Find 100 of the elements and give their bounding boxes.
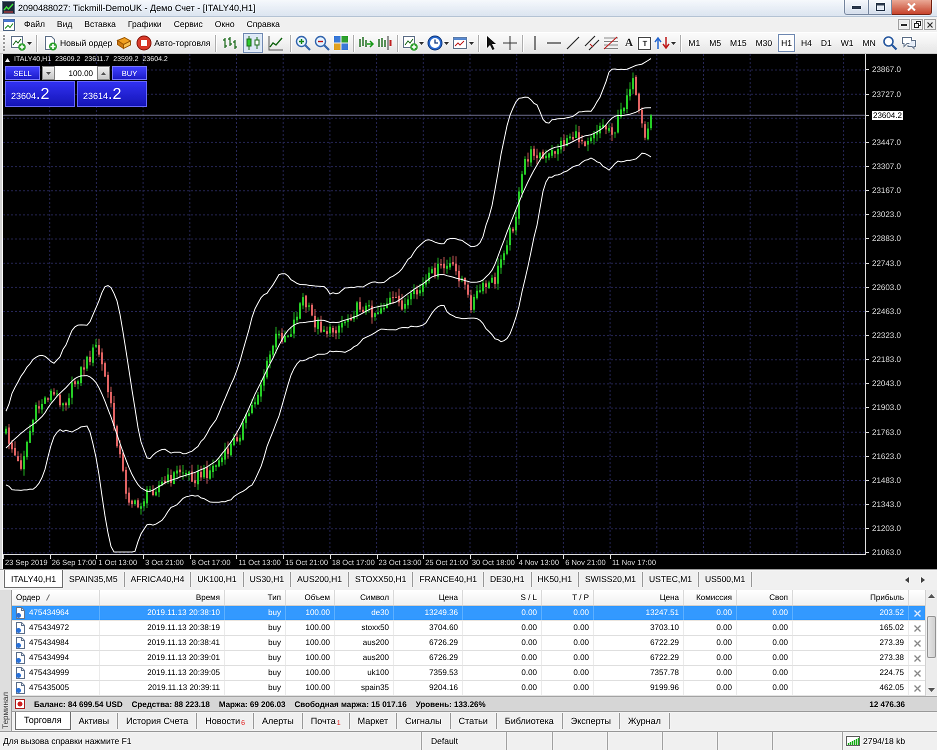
column-header[interactable]: Объем: [286, 590, 335, 605]
chart-tab[interactable]: SWISS20,M1: [579, 572, 644, 587]
column-header[interactable]: Символ: [335, 590, 394, 605]
chart-tab[interactable]: UK100,H1: [191, 572, 244, 587]
chart-plus-icon[interactable]: [402, 35, 418, 51]
chart-tab[interactable]: ITALY40,H1: [4, 570, 64, 588]
caret-left-icon[interactable]: [905, 577, 909, 583]
column-header[interactable]: Цена: [594, 590, 684, 605]
buy-price-button[interactable]: 23614.2: [77, 81, 147, 107]
menu-item[interactable]: Окно: [208, 17, 241, 32]
sell-price-button[interactable]: 23604.2: [5, 81, 75, 107]
chart-tab[interactable]: HK50,H1: [532, 572, 580, 587]
traffic-text: 2794/18 kb: [863, 736, 906, 746]
chart-window-icon[interactable]: [452, 35, 468, 51]
menu-item[interactable]: Справка: [240, 17, 286, 32]
text-tool-button[interactable]: A: [622, 36, 636, 50]
column-header[interactable]: T / P: [542, 590, 594, 605]
timeframe-button[interactable]: H1: [778, 34, 796, 52]
chat-icon[interactable]: [900, 35, 917, 51]
column-header[interactable]: Время: [100, 590, 225, 605]
caret-icon[interactable]: [27, 42, 32, 44]
close-button[interactable]: [924, 19, 936, 30]
chart-shift-icon[interactable]: [377, 35, 394, 51]
chart-tab[interactable]: US500,M1: [699, 572, 752, 587]
maximize-button[interactable]: [869, 0, 892, 15]
table-row[interactable]: 475435005 2019.11.13 20:39:11 buy 100.00 spain35 9204.16 0.00 0.00 9199.96 0.00 0.00 462.05: [12, 681, 925, 696]
chart-tab[interactable]: FRANCE40,H1: [413, 572, 484, 587]
chart-tab[interactable]: AFRICA40,H4: [124, 572, 192, 587]
timeframe-button[interactable]: W1: [838, 34, 857, 52]
close-icon[interactable]: [914, 670, 920, 676]
caret-icon[interactable]: [419, 42, 424, 44]
column-header[interactable]: Прибыль: [793, 590, 909, 605]
menu-item[interactable]: Вставка: [78, 17, 122, 32]
chart-tab[interactable]: STOXX50,H1: [349, 572, 414, 587]
timeframe-button[interactable]: M15: [727, 34, 750, 52]
chart-tab[interactable]: SPAIN35,M5: [63, 572, 125, 587]
close-button[interactable]: [892, 0, 932, 15]
restore-button[interactable]: [911, 19, 923, 30]
terminal-tab[interactable]: Торговля: [15, 712, 71, 730]
terminal-tab[interactable]: Журнал: [620, 713, 670, 729]
channel-icon[interactable]: [584, 35, 600, 51]
close-icon[interactable]: [914, 684, 920, 692]
menu-item[interactable]: Вид: [50, 17, 78, 32]
timeframe-button[interactable]: MN: [860, 34, 879, 52]
chart-tab[interactable]: USTEC,M1: [643, 572, 700, 587]
chart-tab[interactable]: US30,H1: [244, 572, 292, 587]
terminal-tab[interactable]: История Счета: [118, 713, 198, 729]
column-header[interactable]: Ордер: [12, 590, 100, 605]
arrows-icon[interactable]: [654, 35, 670, 51]
terminal-tab[interactable]: Сигналы: [397, 713, 451, 729]
trend-line-icon[interactable]: [565, 35, 582, 51]
timeframe-button[interactable]: M30: [752, 34, 776, 52]
menu-item[interactable]: Сервис: [168, 17, 209, 32]
toolbar-button[interactable]: Новый ордер: [41, 34, 114, 52]
search-icon[interactable]: [882, 35, 898, 51]
zoom-in-icon[interactable]: [295, 35, 312, 51]
box-icon[interactable]: [116, 35, 132, 51]
price-label: 21903.0: [872, 403, 901, 412]
scroll-up-icon[interactable]: [928, 594, 935, 598]
toolbar-button[interactable]: Авто-торговля: [135, 34, 212, 52]
timeframe-button[interactable]: H4: [798, 34, 815, 52]
chart-tab[interactable]: AUS200,H1: [291, 572, 350, 587]
column-header[interactable]: Комиссия: [684, 590, 737, 605]
crosshair-icon[interactable]: [502, 35, 518, 51]
caret-icon[interactable]: [444, 42, 450, 44]
timeframe-button[interactable]: M5: [706, 34, 724, 52]
scrollbar-thumb[interactable]: [927, 616, 936, 658]
column-header[interactable]: Тип: [225, 590, 286, 605]
chart-type-button[interactable]: [243, 33, 264, 53]
minimize-button[interactable]: [844, 0, 869, 15]
column-header[interactable]: S / L: [463, 590, 542, 605]
timeframe-button[interactable]: M1: [685, 34, 704, 52]
close-icon[interactable]: [914, 624, 920, 632]
zoom-out-icon[interactable]: [314, 35, 330, 51]
terminal-tab[interactable]: Эксперты: [562, 713, 620, 729]
menu-item[interactable]: Графики: [122, 17, 168, 32]
increase-button[interactable]: [97, 66, 110, 80]
decrease-button[interactable]: [42, 66, 55, 80]
menu-item[interactable]: Файл: [18, 17, 51, 32]
terminal-tab[interactable]: Библиотека: [496, 713, 563, 729]
clock-icon[interactable]: [427, 35, 444, 51]
window-plus-icon[interactable]: [10, 35, 26, 51]
caret-icon[interactable]: [469, 42, 474, 44]
terminal-tab[interactable]: Активы: [70, 713, 118, 729]
caret-right-icon[interactable]: [921, 577, 925, 583]
column-header[interactable]: Цена: [394, 590, 463, 605]
minimize-button[interactable]: [898, 19, 910, 30]
level-lines-icon[interactable]: [603, 35, 620, 51]
close-icon[interactable]: [914, 654, 920, 662]
terminal-tab[interactable]: Маркет: [350, 713, 398, 729]
grid-icon[interactable]: [333, 35, 350, 51]
terminal-tab[interactable]: Статьи: [450, 713, 497, 729]
timeframe-button[interactable]: D1: [818, 34, 835, 52]
chart-tab[interactable]: DE30,H1: [484, 572, 532, 587]
lot-field[interactable]: 100.00: [55, 66, 97, 80]
terminal-tab[interactable]: Алерты: [254, 713, 303, 729]
close-icon[interactable]: [914, 640, 920, 646]
scroll-down-icon[interactable]: [928, 688, 935, 692]
caret-icon[interactable]: [671, 42, 676, 44]
column-header[interactable]: Своп: [737, 590, 793, 605]
